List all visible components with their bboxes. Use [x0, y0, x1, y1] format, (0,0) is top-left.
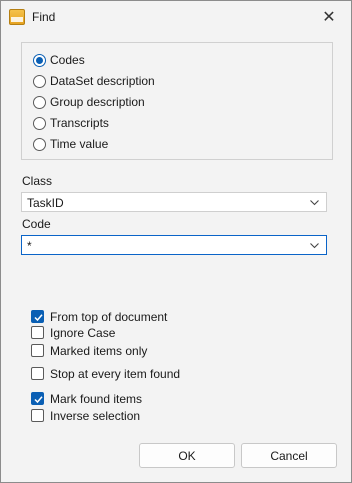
radio-label: DataSet description [50, 74, 155, 88]
code-label: Code [22, 217, 51, 231]
check-icon [34, 396, 43, 404]
dialog-title: Find [32, 10, 56, 24]
chevron-down-icon [310, 200, 319, 206]
checkbox[interactable] [31, 367, 44, 380]
code-value: * [27, 239, 32, 253]
checkbox-label: Inverse selection [50, 408, 141, 423]
radio-time-value[interactable]: Time value [33, 136, 108, 152]
radio-button-checked[interactable] [33, 53, 46, 67]
radio-label: Transcripts [50, 116, 109, 130]
class-value: TaskID [27, 196, 64, 210]
checkbox-checked[interactable] [31, 310, 44, 323]
class-dropdown[interactable]: TaskID [21, 192, 327, 212]
option-from-top[interactable]: From top of document [31, 309, 167, 324]
close-icon: ✕ [322, 8, 336, 26]
app-icon [9, 9, 25, 25]
checkbox[interactable] [31, 409, 44, 422]
radio-button[interactable] [33, 95, 46, 109]
radio-button[interactable] [33, 137, 46, 151]
option-inverse[interactable]: Inverse selection [31, 408, 140, 423]
chevron-down-icon [310, 243, 319, 249]
option-marked-only[interactable]: Marked items only [31, 343, 147, 358]
radio-button[interactable] [33, 74, 46, 88]
radio-dataset-description[interactable]: DataSet description [33, 73, 155, 89]
checkbox[interactable] [31, 326, 44, 339]
checkbox-label: Stop at every item found [50, 366, 181, 381]
cancel-button[interactable]: Cancel [241, 443, 337, 468]
find-dialog: Find ✕ Codes DataSet description Group d… [0, 0, 352, 483]
code-dropdown[interactable]: * [21, 235, 327, 255]
checkbox-checked[interactable] [31, 392, 44, 405]
radio-label: Codes [50, 53, 85, 67]
close-button[interactable]: ✕ [307, 1, 351, 32]
class-label: Class [22, 174, 53, 188]
option-ignore-case[interactable]: Ignore Case [31, 325, 115, 340]
title-bar[interactable]: Find ✕ [1, 1, 351, 32]
radio-codes[interactable]: Codes [33, 52, 85, 68]
checkbox-label: Mark found items [50, 391, 143, 406]
radio-group-description[interactable]: Group description [33, 94, 145, 110]
radio-label: Time value [50, 137, 109, 151]
radio-label: Group description [50, 95, 145, 109]
checkbox-label: From top of document [50, 309, 168, 324]
check-icon [34, 314, 43, 322]
ok-button[interactable]: OK [139, 443, 235, 468]
option-mark-found[interactable]: Mark found items [31, 391, 142, 406]
option-stop-every[interactable]: Stop at every item found [31, 366, 180, 381]
checkbox-label: Marked items only [50, 343, 148, 358]
radio-button[interactable] [33, 116, 46, 130]
checkbox-label: Ignore Case [50, 325, 116, 340]
radio-transcripts[interactable]: Transcripts [33, 115, 109, 131]
checkbox[interactable] [31, 344, 44, 357]
